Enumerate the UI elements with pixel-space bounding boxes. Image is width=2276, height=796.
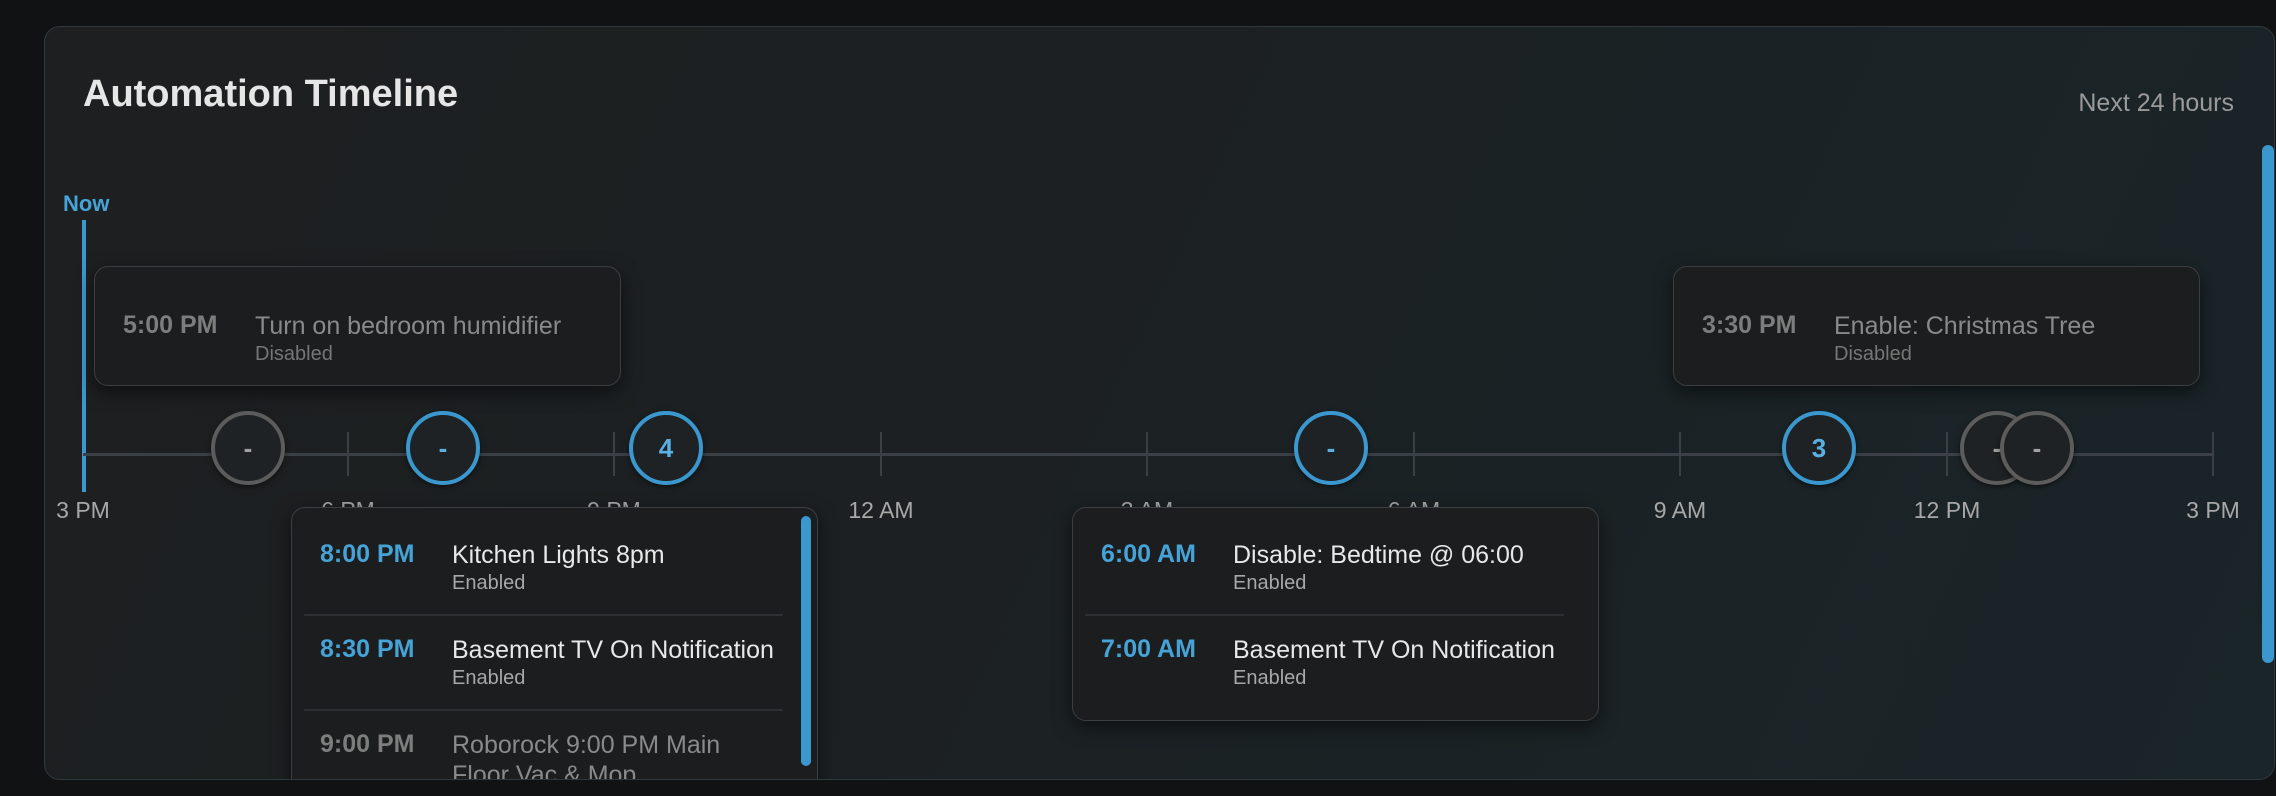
event-popup: 8:00 PM Kitchen Lights 8pm Enabled 8:30 … bbox=[291, 507, 818, 780]
popup-scrollbar[interactable] bbox=[801, 516, 811, 766]
event-time: 7:00 AM bbox=[1101, 635, 1196, 663]
axis-label: 12 PM bbox=[1913, 497, 1981, 523]
event-time: 8:30 PM bbox=[320, 635, 415, 663]
time-range-label: Next 24 hours bbox=[2078, 89, 2234, 117]
card-title: Automation Timeline bbox=[83, 73, 459, 115]
axis-tick bbox=[1413, 432, 1415, 476]
event-name: Enable: Christmas Tree bbox=[1834, 312, 2096, 340]
row-divider bbox=[304, 614, 783, 616]
axis-tick bbox=[1946, 432, 1948, 476]
event-name: Turn on bedroom humidifier bbox=[255, 312, 562, 340]
row-divider bbox=[1085, 614, 1564, 616]
axis-label: 3 PM bbox=[56, 497, 110, 523]
event-popup: 3:30 PM Enable: Christmas Tree Disabled bbox=[1673, 266, 2200, 386]
event-name: Basement TV On Notification bbox=[452, 636, 774, 664]
axis-tick bbox=[347, 432, 349, 476]
timeline-marker[interactable]: - bbox=[211, 411, 285, 485]
event-time: 5:00 PM bbox=[123, 311, 218, 339]
event-time: 9:00 PM bbox=[320, 730, 415, 758]
axis-tick bbox=[880, 432, 882, 476]
axis-tick bbox=[1679, 432, 1681, 476]
timeline-marker[interactable]: - bbox=[2000, 411, 2074, 485]
timeline-axis bbox=[83, 453, 2213, 456]
now-indicator bbox=[82, 220, 86, 492]
event-time: 8:00 PM bbox=[320, 540, 415, 568]
event-status: Enabled bbox=[452, 572, 526, 594]
event-status: Enabled bbox=[1233, 667, 1307, 689]
event-status: Disabled bbox=[255, 343, 333, 365]
automation-timeline-card: Automation Timeline Next 24 hours Now 3 … bbox=[44, 26, 2275, 780]
axis-tick bbox=[2212, 432, 2214, 476]
card-scrollbar[interactable] bbox=[2262, 145, 2274, 663]
event-status: Enabled bbox=[1233, 572, 1307, 594]
event-status: Disabled bbox=[1834, 343, 1912, 365]
event-name: Roborock 9:00 PM Main Floor Vac & Mop bbox=[452, 731, 721, 780]
event-popup: 6:00 AM Disable: Bedtime @ 06:00 Enabled… bbox=[1072, 507, 1599, 721]
event-time: 6:00 AM bbox=[1101, 540, 1196, 568]
timeline-marker[interactable]: - bbox=[1294, 411, 1368, 485]
event-status: Enabled bbox=[452, 667, 526, 689]
axis-label: 12 AM bbox=[848, 497, 914, 523]
event-name: Kitchen Lights 8pm bbox=[452, 541, 665, 569]
row-divider bbox=[304, 709, 783, 711]
axis-label: 9 AM bbox=[1653, 497, 1707, 523]
event-name: Basement TV On Notification bbox=[1233, 636, 1555, 664]
event-time: 3:30 PM bbox=[1702, 311, 1797, 339]
axis-label: 3 PM bbox=[2186, 497, 2240, 523]
event-name: Disable: Bedtime @ 06:00 bbox=[1233, 541, 1524, 569]
timeline-marker[interactable]: - bbox=[406, 411, 480, 485]
timeline-marker[interactable]: 4 bbox=[629, 411, 703, 485]
axis-tick bbox=[1146, 432, 1148, 476]
axis-tick bbox=[613, 432, 615, 476]
event-popup: 5:00 PM Turn on bedroom humidifier Disab… bbox=[94, 266, 621, 386]
timeline-marker[interactable]: 3 bbox=[1782, 411, 1856, 485]
now-label: Now bbox=[63, 191, 110, 216]
